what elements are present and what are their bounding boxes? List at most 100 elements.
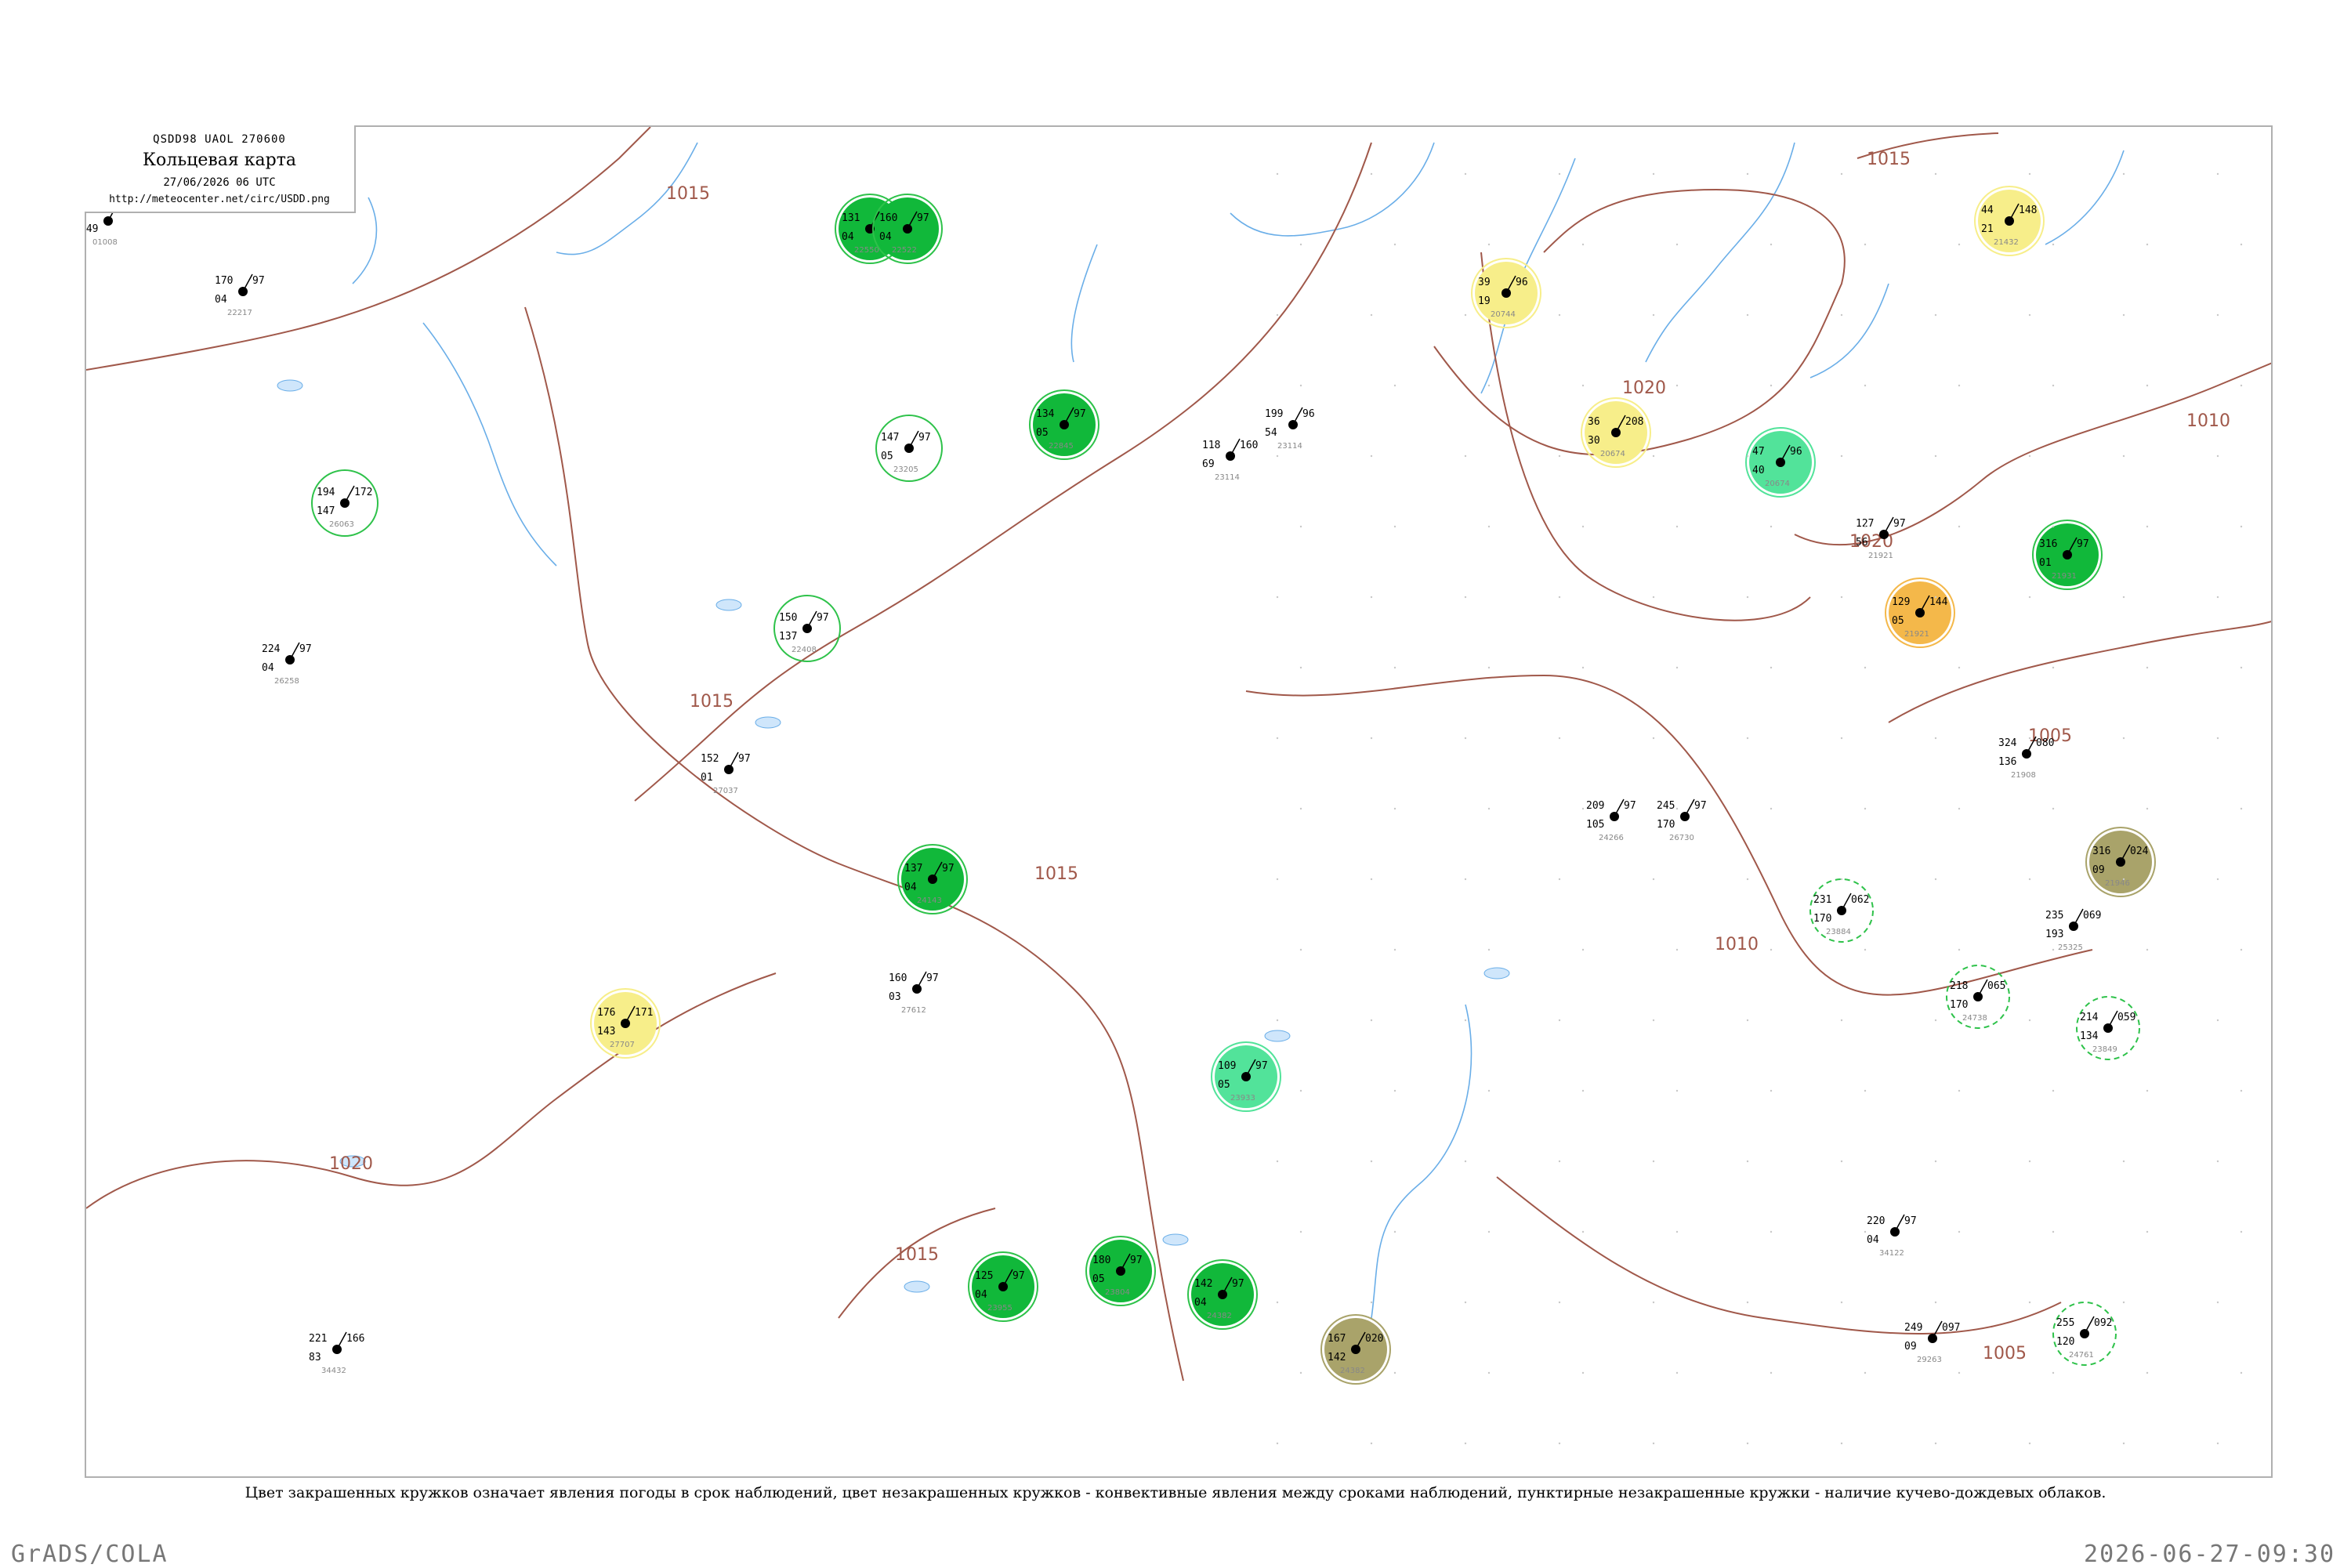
station-tendency: 142 <box>1328 1352 1346 1363</box>
station-tendency: 03 <box>889 991 901 1003</box>
isobar-label: 1015 <box>895 1245 939 1265</box>
grid-dot <box>1934 1160 1937 1163</box>
station-rain: 134 97 0522845 <box>1029 389 1099 460</box>
grid-dot <box>1558 1160 1561 1163</box>
grid-dot <box>1746 172 1749 176</box>
station-pressure: 147 <box>881 432 899 444</box>
station-tendency: 05 <box>881 451 893 462</box>
grid-dot <box>2146 384 2149 387</box>
station-index: 20674 <box>1765 480 1790 488</box>
grid-dot <box>1581 243 1585 246</box>
grid-dot <box>1746 1442 1749 1445</box>
isobars-layer: 1015101510201015102010201010101010051015… <box>86 127 2271 1382</box>
grid-dot <box>1958 1230 1961 1233</box>
isobar-label: 1010 <box>1715 935 1759 954</box>
grid-dot <box>1299 384 1302 387</box>
grid-dot <box>1370 737 1373 740</box>
station-tendency: 83 <box>309 1352 321 1363</box>
grid-dot <box>1370 878 1373 881</box>
station-pressure: 224 <box>262 643 281 655</box>
isobar-line-2 <box>86 972 777 1209</box>
station-tendency: 19 <box>1478 295 1491 307</box>
station-index: 27037 <box>713 787 738 795</box>
station-dashed: 255 092 120 24761 <box>2052 1302 2117 1366</box>
station-index: 24761 <box>2069 1351 2094 1360</box>
stations-layer: 1319704225501609704225221349705228453996… <box>86 132 2243 1445</box>
station-tendency: 120 <box>2056 1336 2074 1348</box>
isobar-line-10 <box>1496 1176 2062 1334</box>
grid-dot <box>2240 384 2243 387</box>
station-index: 23804 <box>1105 1288 1130 1297</box>
wind-barb <box>242 273 253 292</box>
synoptic-map: 1015 1015 1020 1015 1020 1020 1010 1010 1005 1015… <box>85 125 2273 1478</box>
grid-dot <box>1581 666 1585 669</box>
grid-dot <box>1840 1160 1843 1163</box>
station-tendency: 40 <box>1752 465 1765 476</box>
station-tendency: 04 <box>262 662 274 674</box>
grid-dot <box>1558 1019 1561 1022</box>
station-index: 23849 <box>2092 1045 2117 1054</box>
grid-dot <box>1675 1230 1679 1233</box>
grid-dot <box>1299 807 1302 810</box>
station-temp: 97 <box>1255 1060 1268 1072</box>
isobar-label: 1010 <box>2186 411 2230 431</box>
station-pressure: 245 <box>1657 800 1675 812</box>
grid-dot <box>1934 878 1937 881</box>
station-index: 27612 <box>901 1006 926 1015</box>
isobar-line-1 <box>524 306 1184 1382</box>
grid-dot <box>1864 948 1867 951</box>
grid-dot <box>1393 1230 1396 1233</box>
grid-dot <box>1558 1442 1561 1445</box>
station-fog: 44 148 2121432 <box>1974 186 2045 256</box>
grid-dot <box>1652 596 1655 599</box>
station-plain: 245 97 170 26730 <box>1657 798 1707 842</box>
station-temp: 97 <box>252 275 265 287</box>
grid-dot <box>2216 1442 2219 1445</box>
lake-6 <box>1483 967 1510 980</box>
grid-dot <box>2052 807 2055 810</box>
map-date: 27/06/2026 06 UTC <box>163 176 276 189</box>
grid-dot <box>1393 807 1396 810</box>
footer-software: GrADS/COLA <box>11 1541 168 1568</box>
grid-dot <box>1958 1371 1961 1374</box>
isobar-label: 1015 <box>1867 150 1911 169</box>
grid-dot <box>2216 878 2219 881</box>
grid-dot <box>1393 1089 1396 1092</box>
grid-dot <box>1487 1230 1491 1233</box>
grid-dot <box>1464 1301 1467 1304</box>
station-tendency: 170 <box>1657 819 1675 831</box>
grid-dot <box>1934 313 1937 317</box>
grid-dot <box>2028 1019 2031 1022</box>
grid-dot <box>2240 525 2243 528</box>
wind-barb <box>2084 1316 2095 1334</box>
grid-dot <box>1840 1019 1843 1022</box>
grid-dot <box>2216 596 2219 599</box>
grid-dot <box>1864 1089 1867 1092</box>
station-pressure: 118 <box>1202 440 1220 451</box>
station-index: 20674 <box>1600 450 1625 458</box>
wind-barb <box>1292 407 1303 425</box>
station-rain: 125 97 0423955 <box>968 1251 1038 1322</box>
river-1 <box>1230 142 1435 237</box>
station-tendency: 01 <box>2039 557 2052 569</box>
station-temp: 092 <box>2094 1317 2112 1329</box>
grid-dot <box>1393 384 1396 387</box>
wind-barb <box>728 751 739 770</box>
grid-dot <box>2146 243 2149 246</box>
river-7 <box>1070 244 1098 363</box>
grid-dot <box>1840 596 1843 599</box>
grid-dot <box>1276 878 1279 881</box>
station-plain: 209 97 105 24266 <box>1586 798 1636 842</box>
station-temp: 97 <box>1694 800 1707 812</box>
station-pressure: 134 <box>1036 408 1055 420</box>
station-index: 22845 <box>1049 442 1074 451</box>
station-pressure: 194 <box>317 487 335 498</box>
station-ring: 194 172 147 26063 <box>311 469 379 537</box>
station-temp: 024 <box>2130 846 2149 857</box>
grid-dot <box>1393 948 1396 951</box>
station-index: 23884 <box>1826 928 1851 936</box>
grid-dot <box>1652 1301 1655 1304</box>
station-index: 26063 <box>329 520 354 529</box>
river-6 <box>422 322 557 567</box>
grid-dot <box>2240 243 2243 246</box>
